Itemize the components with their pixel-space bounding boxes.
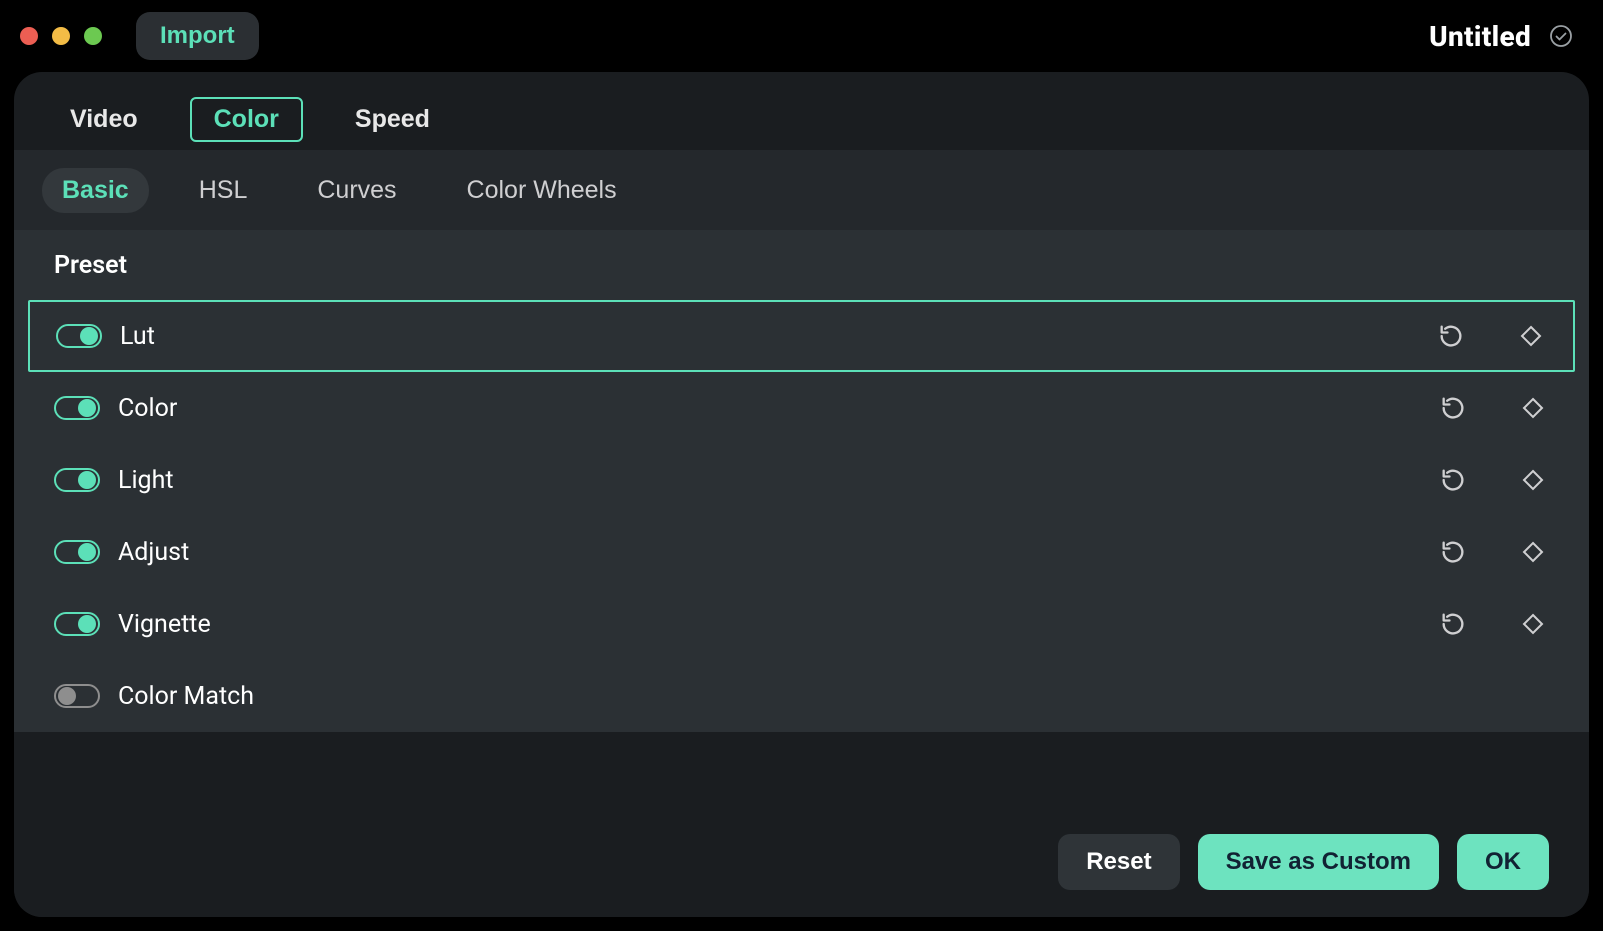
- app-window: Import Untitled Video Color Speed Basic …: [0, 0, 1603, 931]
- sub-tabs: Basic HSL Curves Color Wheels: [14, 150, 1589, 230]
- row-left: Vignette: [54, 610, 211, 639]
- keyframe-icon[interactable]: [1517, 536, 1549, 568]
- titlebar: Import Untitled: [0, 0, 1603, 72]
- row-left: Color: [54, 394, 177, 423]
- row-light[interactable]: Light: [14, 444, 1589, 516]
- titlebar-left: Import: [20, 12, 259, 60]
- subtab-curves[interactable]: Curves: [297, 168, 416, 213]
- row-label: Light: [118, 466, 174, 495]
- toggle-color[interactable]: [54, 396, 100, 420]
- keyframe-icon[interactable]: [1515, 320, 1547, 352]
- row-color-match[interactable]: Color Match: [14, 660, 1589, 732]
- close-window-button[interactable]: [20, 27, 38, 45]
- save-as-custom-button[interactable]: Save as Custom: [1198, 834, 1439, 890]
- minimize-window-button[interactable]: [52, 27, 70, 45]
- toggle-adjust[interactable]: [54, 540, 100, 564]
- row-label: Color Match: [118, 682, 254, 711]
- reset-icon[interactable]: [1433, 318, 1469, 354]
- row-color[interactable]: Color: [14, 372, 1589, 444]
- reset-icon[interactable]: [1435, 462, 1471, 498]
- tab-color[interactable]: Color: [190, 97, 303, 142]
- reset-icon[interactable]: [1435, 534, 1471, 570]
- row-lut[interactable]: Lut: [28, 300, 1575, 372]
- row-label: Vignette: [118, 610, 211, 639]
- keyframe-icon[interactable]: [1517, 608, 1549, 640]
- toggle-color-match[interactable]: [54, 684, 100, 708]
- maximize-window-button[interactable]: [84, 27, 102, 45]
- preset-rows: Lut Color: [14, 300, 1589, 732]
- reset-button[interactable]: Reset: [1058, 834, 1179, 890]
- toggle-light[interactable]: [54, 468, 100, 492]
- reset-icon[interactable]: [1435, 606, 1471, 642]
- row-label: Color: [118, 394, 177, 423]
- row-left: Adjust: [54, 538, 189, 567]
- row-actions: [1435, 606, 1549, 642]
- status-check-icon: [1549, 24, 1573, 48]
- row-left: Color Match: [54, 682, 254, 711]
- row-left: Light: [54, 466, 174, 495]
- window-controls: [20, 27, 102, 45]
- row-actions: [1435, 390, 1549, 426]
- inspector-panel: Video Color Speed Basic HSL Curves Color…: [14, 72, 1589, 917]
- row-actions: [1435, 534, 1549, 570]
- tab-speed[interactable]: Speed: [337, 99, 448, 140]
- subtab-hsl[interactable]: HSL: [179, 168, 268, 213]
- titlebar-right: Untitled: [1429, 20, 1573, 53]
- row-label: Lut: [120, 322, 155, 351]
- tab-video[interactable]: Video: [52, 99, 156, 140]
- footer: Reset Save as Custom OK: [14, 807, 1589, 917]
- project-title: Untitled: [1429, 20, 1531, 53]
- row-adjust[interactable]: Adjust: [14, 516, 1589, 588]
- row-left: Lut: [56, 322, 155, 351]
- ok-button[interactable]: OK: [1457, 834, 1549, 890]
- top-tabs: Video Color Speed: [14, 72, 1589, 142]
- import-button[interactable]: Import: [136, 12, 259, 60]
- keyframe-icon[interactable]: [1517, 464, 1549, 496]
- toggle-lut[interactable]: [56, 324, 102, 348]
- row-actions: [1433, 318, 1547, 354]
- row-vignette[interactable]: Vignette: [14, 588, 1589, 660]
- preset-header: Preset: [14, 230, 1589, 300]
- keyframe-icon[interactable]: [1517, 392, 1549, 424]
- subtab-basic[interactable]: Basic: [42, 168, 149, 213]
- toggle-vignette[interactable]: [54, 612, 100, 636]
- row-label: Adjust: [118, 538, 189, 567]
- row-actions: [1435, 462, 1549, 498]
- subtab-color-wheels[interactable]: Color Wheels: [447, 168, 637, 213]
- reset-icon[interactable]: [1435, 390, 1471, 426]
